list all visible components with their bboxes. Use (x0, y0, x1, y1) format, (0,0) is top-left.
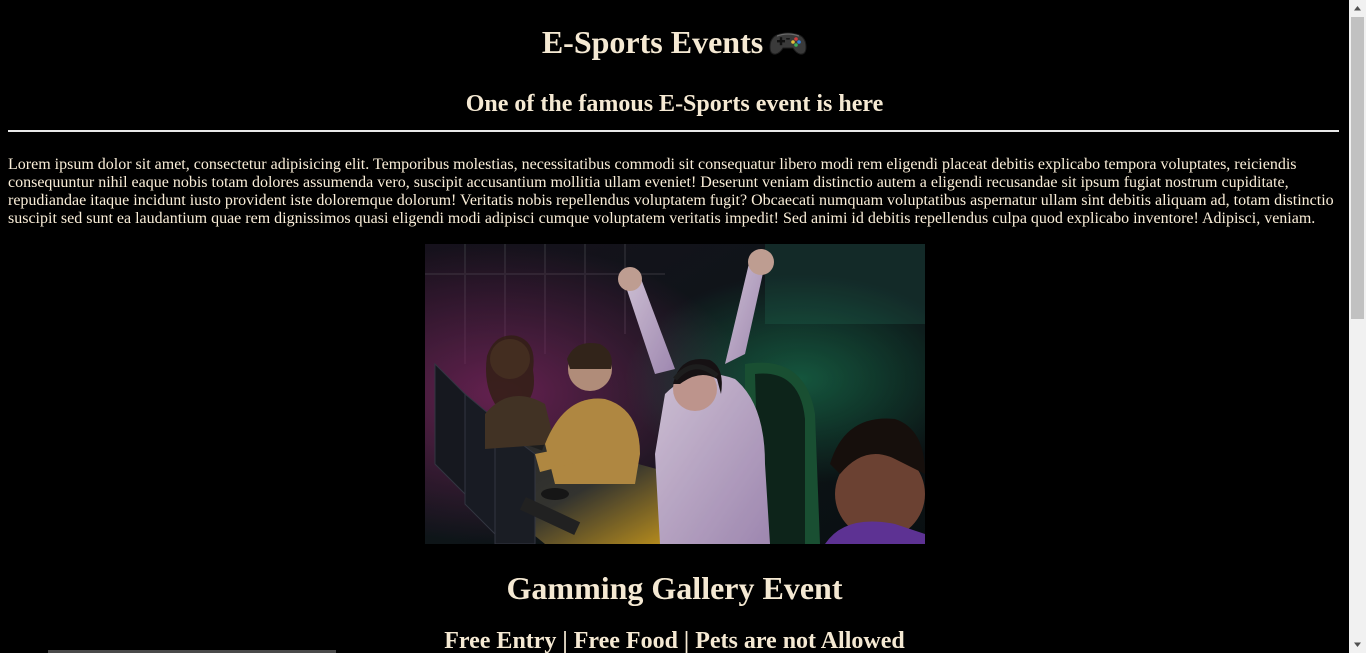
esports-players-photo (425, 244, 925, 544)
event-info-line: Free Entry | Free Food | Pets are not Al… (444, 628, 905, 653)
page: E-Sports Events One of the famous E-Spor… (0, 0, 1349, 653)
scroll-down-arrow-icon[interactable] (1349, 636, 1366, 653)
page-title-text: E-Sports Events (541, 24, 764, 60)
gallery-title: Gamming Gallery Event (506, 570, 843, 606)
scrollbar-thumb[interactable] (1351, 17, 1364, 319)
page-subtitle: One of the famous E-Sports event is here (465, 91, 884, 117)
intro-paragraph: Lorem ipsum dolor sit amet, consectetur … (8, 156, 1334, 227)
game-controller-icon (769, 26, 807, 56)
scroll-up-arrow-icon[interactable] (1349, 0, 1366, 17)
page-title: E-Sports Events (0, 22, 1349, 62)
vertical-scrollbar[interactable] (1349, 0, 1366, 653)
divider (8, 130, 1339, 132)
